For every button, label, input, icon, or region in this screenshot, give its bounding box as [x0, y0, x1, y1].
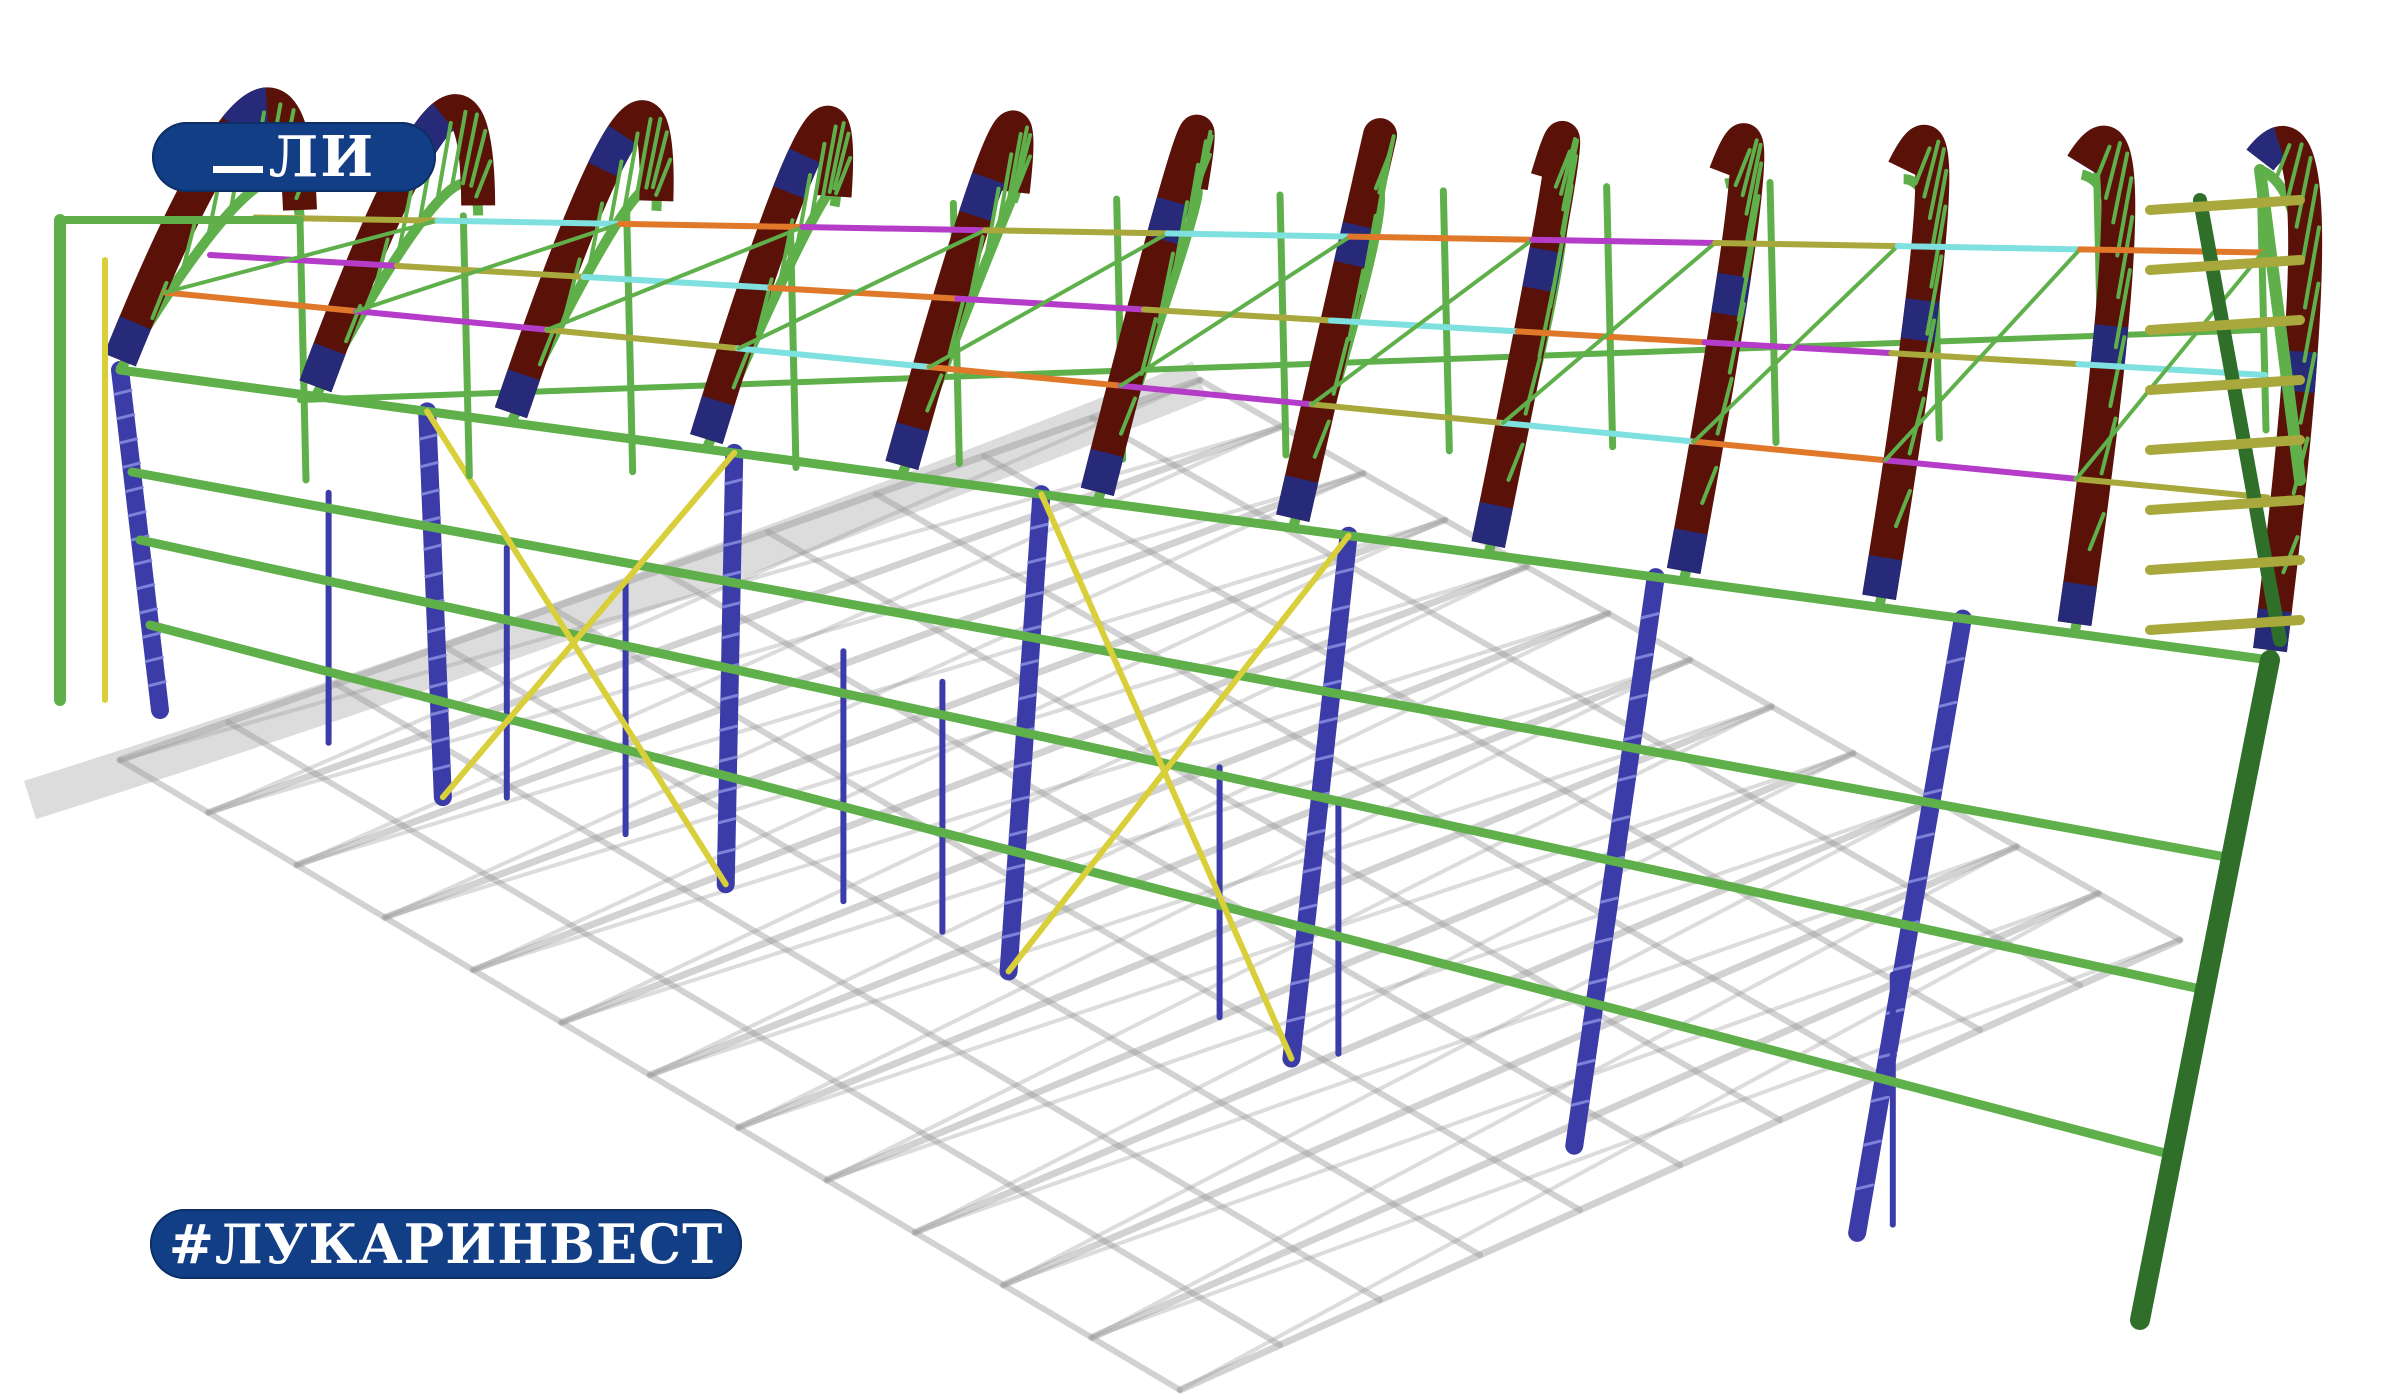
roof-tie [2077, 246, 2266, 256]
company-logo-badge: ЛИ [152, 122, 436, 192]
far-wall-post [623, 208, 637, 476]
roof-tie [1712, 239, 1901, 250]
roof-tie [544, 326, 742, 352]
roof-tie [799, 224, 988, 234]
far-wall-post [1603, 183, 1617, 451]
far-wall-post [1766, 179, 1780, 446]
roof-tie [1164, 230, 1353, 240]
roof-tie [434, 217, 623, 227]
hashtag-text: #ЛУКАРИНВЕСТ [168, 1212, 724, 1276]
roof-tie [1347, 233, 1536, 243]
structural-model-view: ЛИ #ЛУКАРИНВЕСТ [0, 0, 2400, 1400]
roof-tie [1691, 438, 1889, 464]
logo-underscore-bar [212, 166, 263, 173]
roof-tie [617, 220, 806, 231]
far-wall-post [1439, 187, 1453, 455]
roof-tie [1308, 401, 1506, 426]
shadow-purlin [549, 605, 1583, 1213]
roof-tie [982, 227, 1171, 237]
logo-text: ЛИ [268, 124, 376, 190]
roof-tie [1894, 243, 2083, 253]
gable-girt [2145, 375, 2305, 395]
shadow-diagonal [1001, 798, 1937, 1287]
gable-girt [2145, 195, 2305, 215]
gable-column [2130, 650, 2280, 1330]
arch-top-chord [1666, 123, 1765, 574]
roof-tie [162, 289, 360, 315]
roof-tie [735, 345, 933, 371]
arch-top-chord [1471, 120, 1581, 548]
steel-frame-3d-model [23, 87, 2323, 1394]
far-wall-post [459, 212, 473, 480]
roof-tie [353, 308, 551, 333]
hashtag-badge: #ЛУКАРИНВЕСТ [150, 1209, 742, 1279]
shadow-diagonal [1178, 891, 2101, 1392]
roof-tie [1529, 236, 1718, 246]
shadow-diagonal [913, 751, 1856, 1235]
roof-tie [1499, 419, 1698, 445]
arch-top-chord [494, 100, 674, 419]
